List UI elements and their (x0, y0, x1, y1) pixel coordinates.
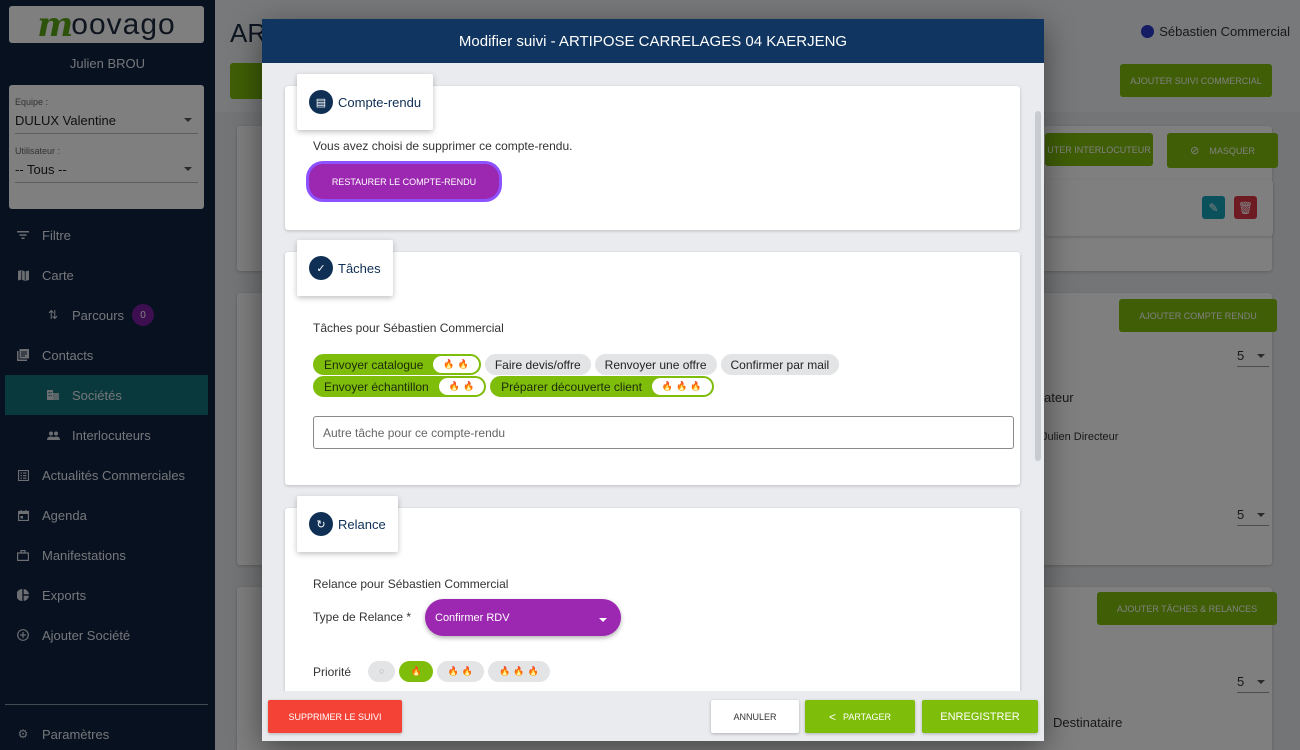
tasks-subtitle: Tâches pour Sébastien Commercial (313, 321, 504, 335)
flame-icon: 🔥 (410, 666, 422, 676)
task-chip-label: Envoyer catalogue (324, 357, 424, 372)
tasks-section-title: Tâches (338, 260, 381, 276)
report-section-title: Compte-rendu (338, 94, 422, 110)
relance-type-select[interactable]: Confirmer RDV (425, 599, 621, 636)
refresh-clock-icon: ↻ (309, 512, 333, 536)
modal-footer: Supprimer le suivi Annuler < Partager En… (262, 691, 1044, 741)
modal-scrollbar[interactable] (1035, 111, 1041, 461)
flame-icon: 🔥 (443, 359, 455, 369)
report-section: ▤ Compte-rendu Vous avez choisi de suppr… (285, 74, 1020, 230)
report-deleted-message: Vous avez choisi de supprimer ce compte-… (313, 139, 573, 153)
relance-type-value: Confirmer RDV (435, 611, 510, 624)
relance-type-label: Type de Relance * (313, 610, 412, 624)
restore-report-button[interactable]: Restaurer le compte-rendu (309, 164, 499, 199)
delete-followup-button[interactable]: Supprimer le suivi (268, 700, 402, 733)
flame-icon: 🔥 (499, 666, 511, 676)
task-chip-envoyer-catalogue[interactable]: Envoyer catalogue 🔥 🔥 (313, 354, 481, 375)
modal-title: Modifier suivi - ARTIPOSE CARRELAGES 04 … (458, 32, 848, 50)
share-button-label: Partager (843, 711, 892, 722)
report-section-tab: ▤ Compte-rendu (297, 74, 434, 130)
priority-label: Priorité (313, 664, 352, 679)
flame-icon: 🔥 (448, 381, 460, 391)
relance-subtitle: Relance pour Sébastien Commercial (313, 577, 509, 591)
cancel-button[interactable]: Annuler (711, 700, 799, 733)
chevron-down-icon (599, 618, 607, 622)
priority-indicator: 🔥 🔥 (433, 356, 479, 373)
tasks-section-tab: ✓ Tâches (297, 240, 393, 296)
check-circle-icon: ✓ (309, 256, 333, 280)
flame-icon: 🔥 (527, 666, 539, 676)
tasks-section: ✓ Tâches Tâches pour Sébastien Commercia… (285, 240, 1020, 485)
priority-option-2[interactable]: 🔥 🔥 (436, 661, 485, 682)
relance-section: ↻ Relance Relance pour Sébastien Commerc… (285, 496, 1020, 691)
relance-section-tab: ↻ Relance (297, 496, 398, 552)
priority-indicator: 🔥 🔥 🔥 (651, 378, 712, 395)
other-task-input[interactable]: Autre tâche pour ce compte-rendu (313, 416, 1014, 449)
task-chip-preparer-decouverte[interactable]: Préparer découverte client 🔥 🔥 🔥 (490, 376, 714, 397)
flame-icon: 🔥 (661, 381, 674, 391)
task-chip-confirmer-mail[interactable]: Confirmer par mail (720, 354, 840, 375)
priority-option-0[interactable]: ○ (368, 661, 396, 682)
relance-section-title: Relance (338, 516, 386, 532)
flame-icon: 🔥 (447, 666, 459, 676)
priority-selector: Priorité ○ 🔥 🔥 🔥 🔥 🔥 🔥 (313, 661, 550, 682)
flame-icon: 🔥 (457, 359, 469, 369)
document-icon: ▤ (309, 90, 333, 114)
flame-outline-icon: ○ (379, 666, 385, 676)
priority-option-3[interactable]: 🔥 🔥 🔥 (488, 661, 550, 682)
priority-option-1[interactable]: 🔥 (399, 661, 433, 682)
flame-icon: 🔥 (690, 381, 702, 391)
flame-icon: 🔥 (513, 666, 525, 676)
task-chip-envoyer-echantillon[interactable]: Envoyer échantillon 🔥 🔥 (313, 376, 487, 397)
edit-followup-modal: Modifier suivi - ARTIPOSE CARRELAGES 04 … (262, 19, 1044, 741)
other-task-placeholder: Autre tâche pour ce compte-rendu (323, 425, 506, 440)
share-button[interactable]: < Partager (805, 700, 915, 733)
task-chip-label: Envoyer échantillon (324, 379, 429, 394)
flame-icon: 🔥 (462, 381, 475, 391)
task-chip-label: Préparer découverte client (501, 379, 642, 394)
flame-icon: 🔥 (461, 666, 474, 676)
modal-body: ▤ Compte-rendu Vous avez choisi de suppr… (262, 63, 1044, 691)
task-chip-renvoyer-offre[interactable]: Renvoyer une offre (594, 354, 717, 375)
share-icon: < (828, 709, 836, 724)
priority-indicator: 🔥 🔥 (438, 378, 485, 395)
task-chip-faire-devis[interactable]: Faire devis/offre (484, 354, 591, 375)
flame-icon: 🔥 (676, 381, 688, 391)
modal-header: Modifier suivi - ARTIPOSE CARRELAGES 04 … (262, 19, 1044, 63)
save-button[interactable]: Enregistrer (922, 700, 1038, 733)
task-chips: Envoyer catalogue 🔥 🔥 Faire devis/offre R… (313, 354, 1013, 398)
